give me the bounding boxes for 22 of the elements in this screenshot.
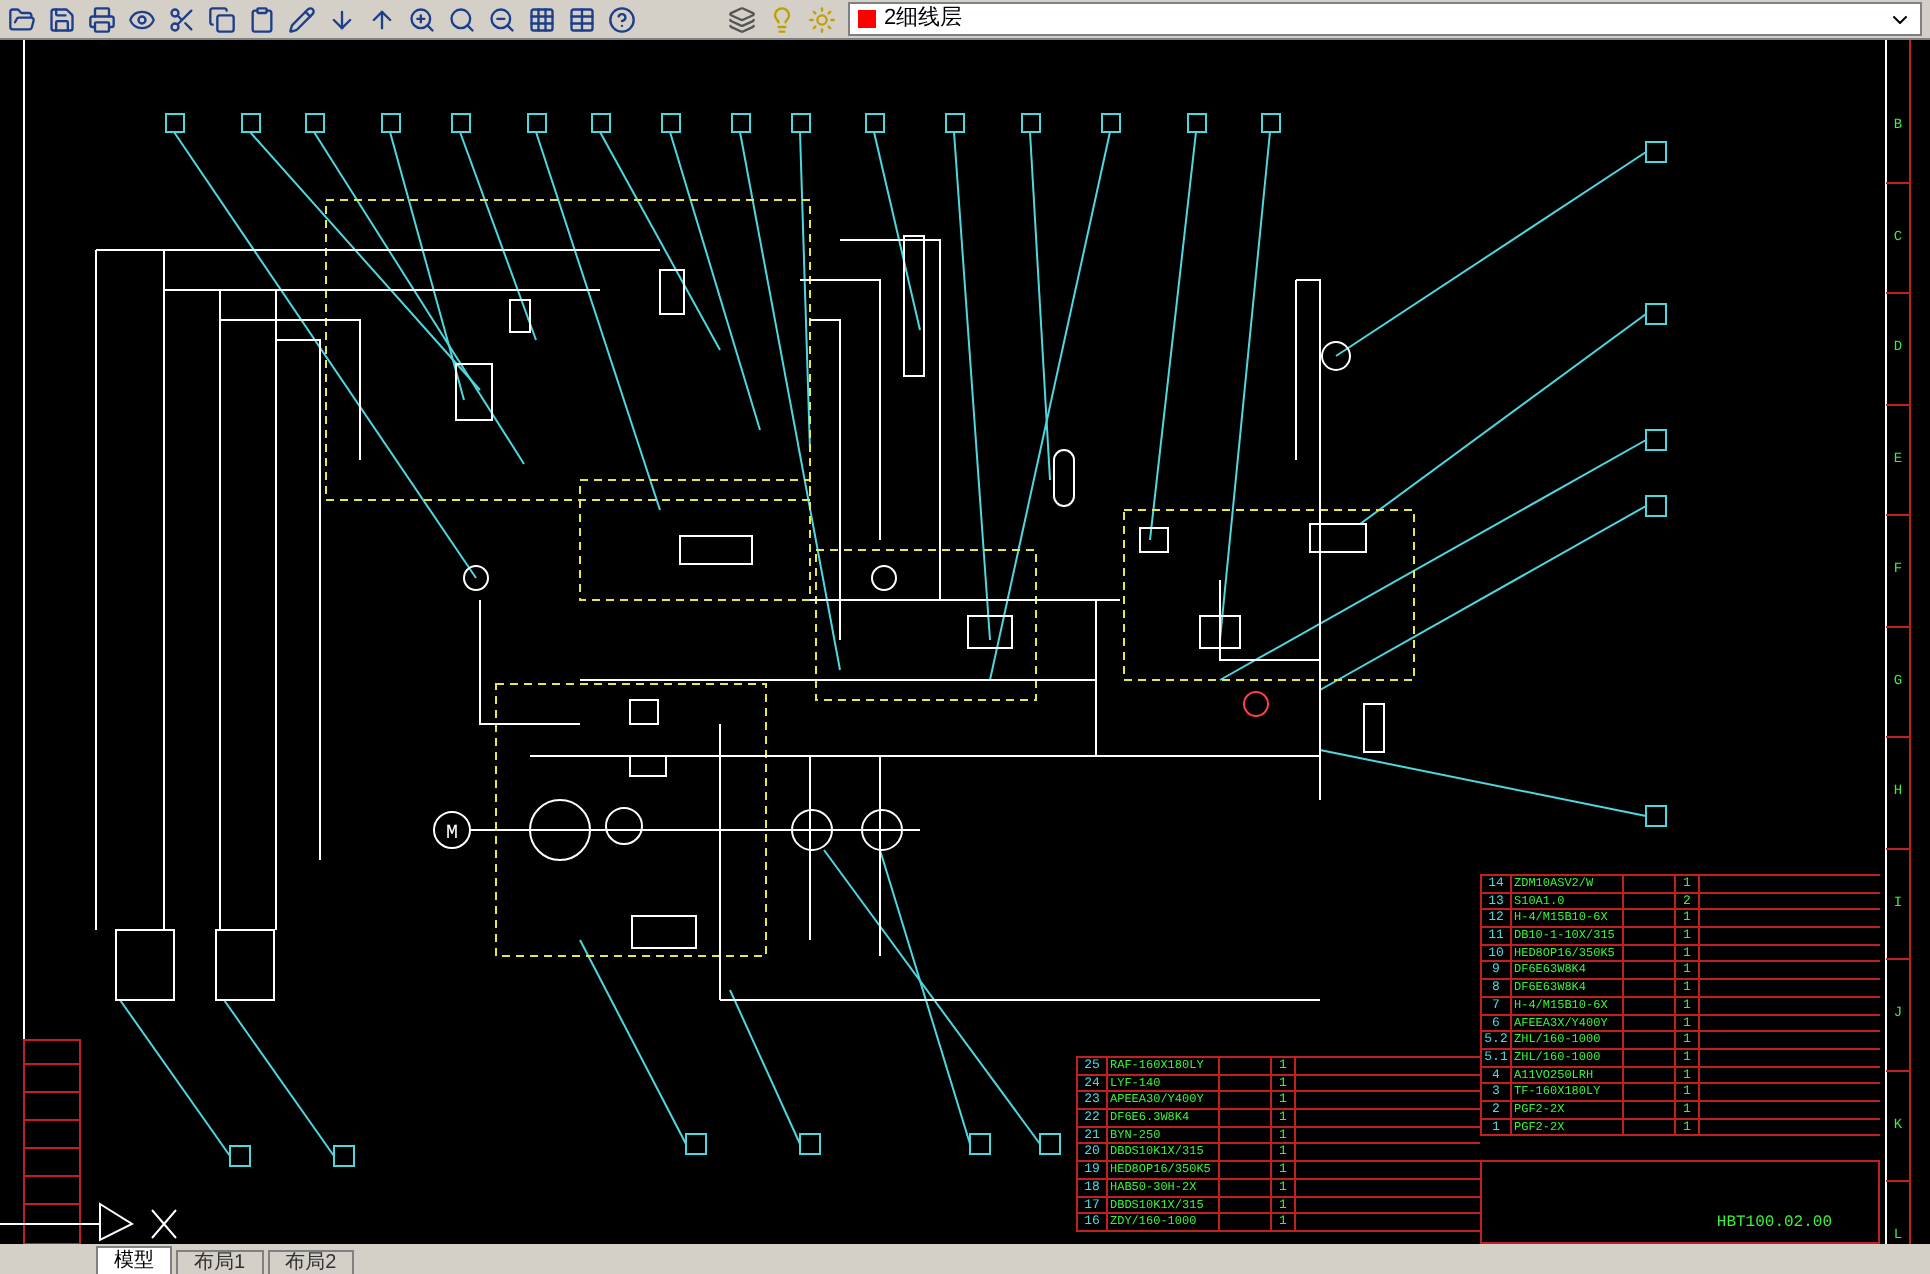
layer-color-swatch [858, 10, 876, 28]
layers-icon[interactable] [728, 5, 756, 33]
layer-dropdown[interactable]: 2细线层 [848, 2, 1922, 36]
zoom-out-icon[interactable] [488, 5, 516, 33]
ucs-icon [0, 1202, 177, 1242]
layout-tab[interactable]: 布局2 [267, 1250, 355, 1274]
drawing-number: HBT100.02.00 [1716, 1212, 1834, 1236]
clipboard-icon[interactable] [248, 5, 276, 33]
grid-icon[interactable] [528, 5, 556, 33]
scissors-icon[interactable] [168, 5, 196, 33]
help-icon[interactable] [608, 5, 636, 33]
pencil-icon[interactable] [288, 5, 316, 33]
eye-icon[interactable] [128, 5, 156, 33]
save-icon[interactable] [48, 5, 76, 33]
search-icon[interactable] [448, 5, 476, 33]
layout-tab[interactable]: 模型 [96, 1246, 172, 1274]
folder-icon[interactable] [8, 5, 36, 33]
copy-icon[interactable] [208, 5, 236, 33]
layout-tab[interactable]: 布局1 [176, 1250, 264, 1274]
printer-icon[interactable] [88, 5, 116, 33]
zoom-in-icon[interactable] [408, 5, 436, 33]
table-icon[interactable] [568, 5, 596, 33]
